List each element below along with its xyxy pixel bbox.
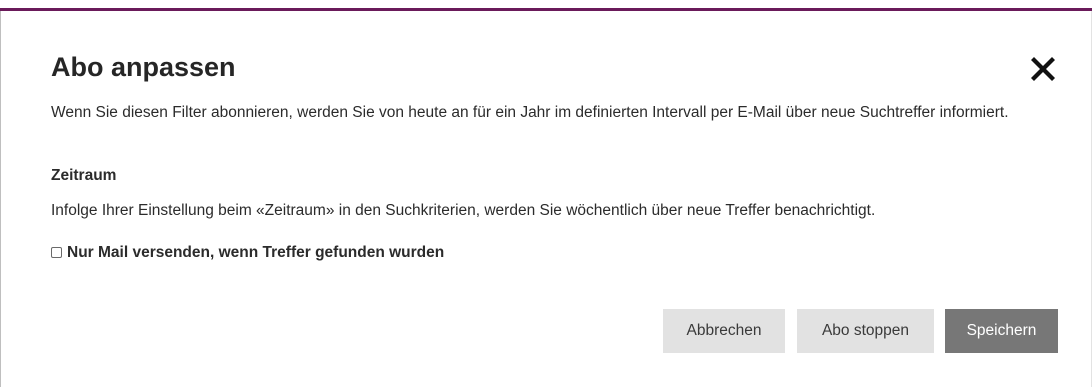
cancel-button[interactable]: Abbrechen <box>663 309 785 353</box>
period-heading: Zeitraum <box>51 167 117 184</box>
only-on-hits-label: Nur Mail versenden, wenn Treffer gefunde… <box>67 244 445 261</box>
subscription-dialog: Abo anpassen Wenn Sie diesen Filter abon… <box>0 0 1092 387</box>
intro-text: Wenn Sie diesen Filter abonnieren, werde… <box>51 104 1009 121</box>
save-button[interactable]: Speichern <box>945 309 1058 353</box>
dialog-left-edge <box>0 11 1 387</box>
only-on-hits-checkbox[interactable] <box>51 247 62 258</box>
dialog-top-border <box>0 8 1092 11</box>
dialog-title: Abo anpassen <box>51 52 236 82</box>
stop-subscription-button[interactable]: Abo stoppen <box>797 309 934 353</box>
only-on-hits-option[interactable]: Nur Mail versenden, wenn Treffer gefunde… <box>51 242 444 263</box>
close-x-icon <box>1031 57 1055 81</box>
period-text: Infolge Ihrer Einstellung beim «Zeitraum… <box>51 202 876 219</box>
close-button[interactable] <box>1026 52 1060 86</box>
